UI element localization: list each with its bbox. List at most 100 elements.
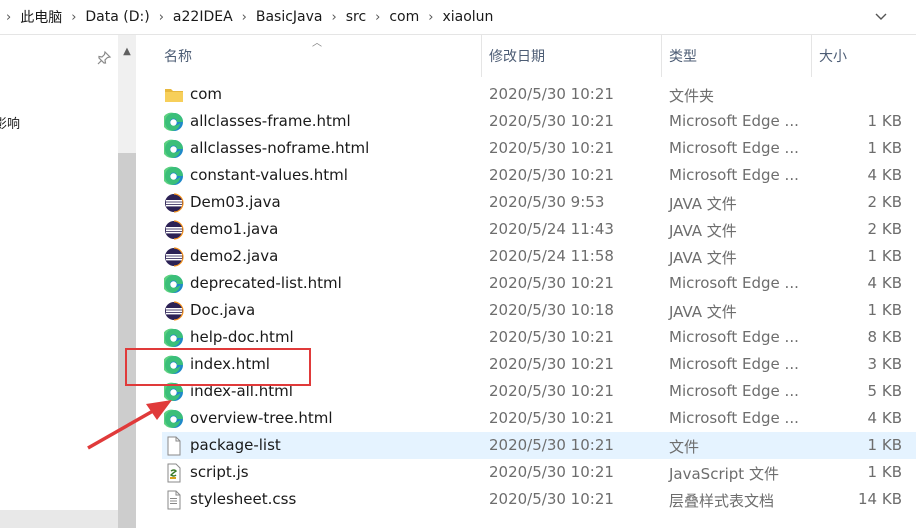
breadcrumb-item[interactable]: › com [366, 9, 419, 25]
sort-ascending-icon: ︿ [312, 38, 322, 49]
file-row[interactable]: demo2.java 2020/5/24 11:58 JAVA 文件 1 KB [162, 243, 916, 270]
chevron-right-icon[interactable]: › [242, 10, 247, 25]
nav-item-label[interactable]: 影响 [0, 113, 20, 132]
file-type: Microsoft Edge ... [669, 274, 799, 292]
file-date: 2020/5/30 10:21 [489, 139, 614, 157]
file-date: 2020/5/30 10:21 [489, 490, 614, 508]
column-name[interactable]: 名称 ︿ [138, 35, 482, 77]
breadcrumb-label: BasicJava [255, 9, 323, 25]
column-type[interactable]: 类型 [662, 35, 812, 77]
file-row[interactable]: overview-tree.html 2020/5/30 10:21 Microso… [162, 405, 916, 432]
folder-icon [164, 85, 184, 105]
edge-icon [162, 139, 184, 159]
nav-selected-item[interactable] [0, 510, 118, 528]
file-date: 2020/5/30 10:21 [489, 382, 614, 400]
file-row[interactable]: allclasses-frame.html 2020/5/30 10:21 Micr… [162, 108, 916, 135]
edge-icon [162, 409, 184, 429]
breadcrumb-item[interactable]: › 此电脑 [0, 7, 62, 27]
file-row[interactable]: demo1.java 2020/5/24 11:43 JAVA 文件 2 KB [162, 216, 916, 243]
file-type: 文件 [669, 438, 700, 456]
file-name: constant-values.html [190, 166, 348, 184]
file-type: 文件夹 [669, 87, 715, 105]
file-size: 1 KB [867, 247, 902, 265]
edge-icon [162, 274, 184, 294]
breadcrumb-label: a22IDEA [172, 9, 233, 25]
file-row[interactable]: com 2020/5/30 10:21 文件夹 [162, 81, 916, 108]
eclipse-java-icon [164, 220, 184, 240]
file-size: 3 KB [867, 355, 902, 373]
file-name: help-doc.html [190, 328, 294, 346]
breadcrumb-item[interactable]: › src [323, 9, 367, 25]
chevron-right-icon[interactable]: › [159, 10, 164, 25]
file-type: JAVA 文件 [669, 222, 737, 240]
eclipse-java-icon [164, 247, 184, 267]
address-bar[interactable]: › 此电脑 › Data (D:) › a22IDEA › BasicJava › src › com… [0, 0, 916, 35]
file-size: 4 KB [867, 409, 902, 427]
file-date: 2020/5/30 10:21 [489, 112, 614, 130]
chevron-right-icon[interactable]: › [375, 10, 380, 25]
chevron-right-icon[interactable]: › [71, 10, 76, 25]
file-name: package-list [190, 436, 281, 454]
file-size: 1 KB [867, 463, 902, 481]
column-size[interactable]: 大小 [812, 35, 916, 77]
file-type: Microsoft Edge ... [669, 382, 799, 400]
file-name: Dem03.java [190, 193, 281, 211]
breadcrumb-label: src [345, 9, 367, 25]
file-date: 2020/5/30 10:21 [489, 463, 614, 481]
chevron-right-icon[interactable]: › [428, 10, 433, 25]
pin-icon[interactable] [96, 50, 112, 66]
file-date: 2020/5/30 10:18 [489, 301, 614, 319]
file-row[interactable]: constant-values.html 2020/5/30 10:21 Micro… [162, 162, 916, 189]
breadcrumb[interactable]: › 此电脑 › Data (D:) › a22IDEA › BasicJava › src › com… [0, 2, 870, 32]
column-date-label: 修改日期 [489, 49, 545, 65]
scroll-up-arrow-icon[interactable]: ▲ [118, 43, 136, 59]
scrollbar-thumb[interactable] [118, 153, 136, 528]
annotation-highlight-box [125, 348, 311, 386]
breadcrumb-item[interactable]: › Data (D:) [62, 9, 150, 25]
file-row[interactable]: script.js 2020/5/30 10:21 JavaScript 文件 1 K… [162, 459, 916, 486]
file-date: 2020/5/30 10:21 [489, 436, 614, 454]
file-size: 1 KB [867, 139, 902, 157]
column-date[interactable]: 修改日期 [482, 35, 662, 77]
file-type: JAVA 文件 [669, 195, 737, 213]
file-type: Microsoft Edge ... [669, 139, 799, 157]
file-date: 2020/5/30 10:21 [489, 166, 614, 184]
blank-file-icon [164, 436, 184, 456]
breadcrumb-label: 此电脑 [20, 10, 63, 26]
file-row[interactable]: help-doc.html 2020/5/30 10:21 Microsoft Ed… [162, 324, 916, 351]
file-name: demo1.java [190, 220, 279, 238]
file-size: 1 KB [867, 112, 902, 130]
file-date: 2020/5/30 9:53 [489, 193, 605, 211]
column-header: 名称 ︿ 修改日期 类型 大小 [138, 35, 916, 77]
file-name: allclasses-noframe.html [190, 139, 370, 157]
nav-scrollbar[interactable]: ▲ [118, 35, 136, 528]
file-row[interactable]: Doc.java 2020/5/30 10:18 JAVA 文件 1 KB [162, 297, 916, 324]
breadcrumb-item[interactable]: › xiaolun [419, 9, 493, 25]
file-size: 8 KB [867, 328, 902, 346]
edge-icon [162, 328, 184, 348]
chevron-down-icon [875, 13, 887, 20]
breadcrumb-item[interactable]: › a22IDEA [150, 9, 233, 25]
file-name: deprecated-list.html [190, 274, 342, 292]
file-type: Microsoft Edge ... [669, 166, 799, 184]
edge-icon [162, 112, 184, 132]
breadcrumb-label: Data (D:) [85, 9, 150, 25]
file-name: stylesheet.css [190, 490, 297, 508]
file-size: 5 KB [867, 382, 902, 400]
breadcrumb-item[interactable]: › BasicJava [233, 9, 323, 25]
address-dropdown-button[interactable] [868, 4, 894, 30]
file-row[interactable]: deprecated-list.html 2020/5/30 10:21 Micro… [162, 270, 916, 297]
file-row[interactable]: Dem03.java 2020/5/30 9:53 JAVA 文件 2 KB [162, 189, 916, 216]
file-type: Microsoft Edge ... [669, 409, 799, 427]
chevron-right-icon[interactable]: › [6, 10, 11, 25]
edge-icon [162, 166, 184, 186]
breadcrumb-label: xiaolun [442, 9, 494, 25]
navigation-pane[interactable]: 影响 ▲ [0, 35, 138, 528]
file-date: 2020/5/30 10:21 [489, 85, 614, 103]
eclipse-java-icon [164, 193, 184, 213]
file-size: 1 KB [867, 301, 902, 319]
file-row[interactable]: allclasses-noframe.html 2020/5/30 10:21 Mi… [162, 135, 916, 162]
chevron-right-icon[interactable]: › [332, 10, 337, 25]
file-row[interactable]: package-list 2020/5/30 10:21 文件 1 KB [162, 432, 916, 459]
file-row[interactable]: stylesheet.css 2020/5/30 10:21 层叠样式表文档 14 K… [162, 486, 916, 513]
